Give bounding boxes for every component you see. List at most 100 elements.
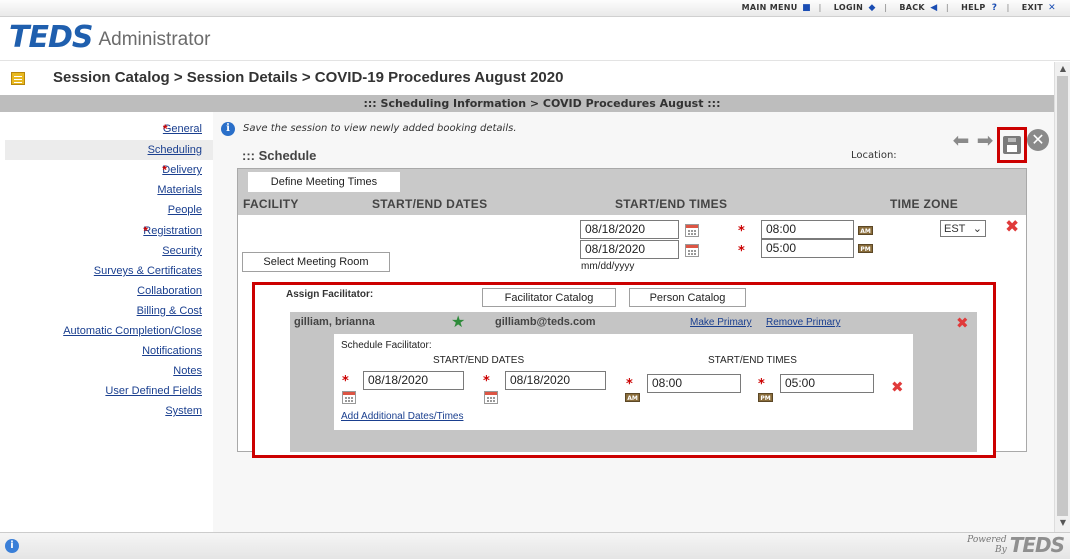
- exit-link[interactable]: EXIT ✕: [1016, 3, 1062, 12]
- sidebar-item-label: Automatic Completion/Close: [63, 325, 202, 337]
- login-link[interactable]: LOGIN ◆ |: [828, 3, 894, 12]
- pm-toggle[interactable]: PM: [758, 393, 773, 402]
- dates-column-header: START/END DATES: [372, 197, 488, 211]
- sidebar-item-user-defined-fields[interactable]: User Defined Fields: [105, 385, 202, 397]
- sidebar-item-people[interactable]: People: [168, 204, 202, 216]
- breadcrumb: Session Catalog > Session Details > COVI…: [53, 69, 564, 86]
- timezone-select[interactable]: EST ⌄: [940, 220, 986, 237]
- sidebar-item-label: Delivery: [162, 164, 202, 176]
- remove-primary-link[interactable]: Remove Primary: [766, 317, 840, 328]
- facilitator-end-time-input[interactable]: 05:00: [780, 374, 874, 393]
- required-icon: *: [483, 374, 490, 389]
- end-date-input[interactable]: 08/18/2020: [580, 240, 679, 259]
- start-date-input[interactable]: 08/18/2020: [580, 220, 679, 239]
- sidebar-item-billing[interactable]: Billing & Cost: [137, 305, 202, 317]
- sidebar-item-general[interactable]: * General: [162, 122, 202, 136]
- square-icon: ■: [802, 2, 811, 13]
- schedule-facilitator-box: Schedule Facilitator: START/END DATES ST…: [334, 334, 913, 430]
- info-help-icon[interactable]: i: [5, 539, 19, 553]
- back-link[interactable]: BACK ◀ |: [893, 3, 955, 12]
- help-link[interactable]: HELP? |: [955, 3, 1016, 12]
- scroll-down-icon[interactable]: ▼: [1058, 518, 1068, 527]
- exit-label: EXIT: [1021, 3, 1043, 12]
- calendar-icon[interactable]: [685, 244, 699, 257]
- schedule-header: Define Meeting Times FACILITY START/END …: [238, 169, 1026, 215]
- pm-toggle[interactable]: PM: [858, 244, 873, 253]
- facilitator-catalog-button[interactable]: Facilitator Catalog: [482, 288, 616, 307]
- sidebar-item-collaboration[interactable]: Collaboration: [137, 285, 202, 297]
- schedule-facilitator-label: Schedule Facilitator:: [341, 340, 432, 351]
- main-content: i Save the session to view newly added b…: [213, 112, 1054, 532]
- x-icon: ✕: [1048, 2, 1056, 13]
- calendar-icon[interactable]: [342, 391, 356, 404]
- sidebar-item-label: System: [165, 405, 202, 417]
- person-catalog-button[interactable]: Person Catalog: [629, 288, 746, 307]
- end-time-input[interactable]: 05:00: [761, 239, 854, 258]
- required-icon: *: [738, 224, 745, 239]
- next-arrow-icon[interactable]: ➡: [973, 129, 997, 151]
- powered-label: Powered: [967, 535, 1007, 545]
- required-icon: *: [143, 224, 148, 238]
- close-icon[interactable]: ✕: [1027, 129, 1049, 151]
- required-icon: *: [738, 244, 745, 259]
- remove-facilitator-icon[interactable]: ✖: [956, 315, 969, 332]
- schedule-title: ::: Schedule: [242, 148, 317, 163]
- add-dates-times-link[interactable]: Add Additional Dates/Times: [341, 411, 463, 422]
- sidebar-item-surveys[interactable]: Surveys & Certificates: [94, 265, 202, 277]
- sidebar-item-automatic-completion[interactable]: Automatic Completion/Close: [63, 325, 202, 337]
- calendar-icon[interactable]: [685, 224, 699, 237]
- sidebar-item-notifications[interactable]: Notifications: [142, 345, 202, 357]
- make-primary-link[interactable]: Make Primary: [690, 317, 752, 328]
- facilitator-start-date-input[interactable]: 08/18/2020: [363, 371, 464, 390]
- main-menu-link[interactable]: MAIN MENU ■ |: [736, 3, 828, 12]
- triangle-left-icon: ◀: [930, 2, 938, 13]
- facility-column-header: FACILITY: [243, 197, 299, 211]
- sidebar-item-system[interactable]: System: [165, 405, 202, 417]
- save-icon: [1003, 136, 1021, 154]
- select-meeting-room-button[interactable]: Select Meeting Room: [242, 252, 390, 272]
- sidebar-item-label: People: [167, 204, 202, 216]
- define-meeting-times-tab[interactable]: Define Meeting Times: [248, 172, 400, 192]
- section-subheader: ::: Scheduling Information > COVID Proce…: [0, 95, 1054, 112]
- required-icon: *: [626, 377, 633, 392]
- facilitator-end-date-input[interactable]: 08/18/2020: [505, 371, 606, 390]
- required-icon: *: [342, 374, 349, 389]
- delete-facilitator-schedule-icon[interactable]: ✖: [891, 379, 904, 396]
- sidebar-item-security[interactable]: Security: [162, 245, 202, 257]
- save-button[interactable]: [997, 127, 1027, 163]
- facilitator-start-time-input[interactable]: 08:00: [647, 374, 741, 393]
- info-icon: i: [221, 122, 235, 136]
- info-message: Save the session to view newly added boo…: [243, 123, 517, 134]
- calendar-icon[interactable]: [484, 391, 498, 404]
- sidebar-item-delivery[interactable]: * Delivery: [162, 163, 202, 177]
- top-navigation-bar: MAIN MENU ■ | LOGIN ◆ | BACK ◀ | HELP? | EXIT ✕: [0, 0, 1070, 17]
- app-header: TEDS Administrator: [0, 17, 1070, 61]
- am-toggle[interactable]: AM: [625, 393, 640, 402]
- required-icon: *: [162, 122, 168, 136]
- sidebar: * General Scheduling * Delivery Materials …: [0, 112, 213, 532]
- primary-star-icon[interactable]: ★: [451, 312, 465, 332]
- sidebar-item-registration[interactable]: * Registration: [143, 224, 202, 238]
- required-icon: *: [162, 163, 167, 177]
- sidebar-item-label: Notes: [173, 365, 202, 377]
- facilitator-entry: gilliam, brianna ★ gilliamb@teds.com Mak…: [290, 312, 977, 452]
- vertical-scrollbar[interactable]: ▲ ▼: [1054, 62, 1070, 532]
- start-time-input[interactable]: 08:00: [761, 220, 854, 239]
- am-toggle[interactable]: AM: [858, 226, 873, 235]
- sidebar-item-label: Surveys & Certificates: [93, 265, 202, 277]
- schedule-panel: Define Meeting Times FACILITY START/END …: [237, 168, 1027, 458]
- teds-logo: TEDS Administrator: [9, 23, 210, 53]
- sidebar-item-materials[interactable]: Materials: [157, 184, 202, 196]
- scrollbar-thumb[interactable]: [1057, 76, 1068, 516]
- sidebar-item-label: Billing & Cost: [136, 305, 202, 317]
- top-nav: MAIN MENU ■ | LOGIN ◆ | BACK ◀ | HELP? | EXIT ✕: [736, 3, 1062, 12]
- breadcrumb-bar: Session Catalog > Session Details > COVI…: [0, 62, 1054, 95]
- previous-arrow-icon[interactable]: ⬅: [949, 129, 973, 151]
- facilitator-dates-header: START/END DATES: [433, 355, 525, 366]
- delete-meeting-icon[interactable]: ✖: [1005, 219, 1019, 236]
- main-menu-label: MAIN MENU: [741, 3, 798, 12]
- sidebar-item-scheduling[interactable]: Scheduling: [5, 140, 213, 160]
- scroll-up-icon[interactable]: ▲: [1058, 64, 1068, 73]
- sidebar-item-label: Registration: [143, 225, 202, 237]
- sidebar-item-notes[interactable]: Notes: [173, 365, 202, 377]
